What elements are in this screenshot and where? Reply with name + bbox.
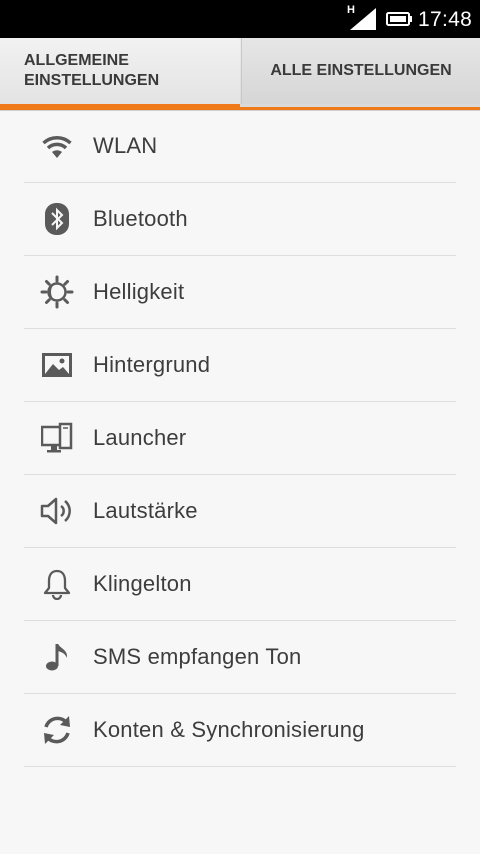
list-item-label: Hintergrund [93, 352, 211, 377]
signal-icon [350, 8, 376, 30]
list-item-bluetooth[interactable]: Bluetooth [24, 183, 456, 256]
list-item-wlan[interactable]: WLAN [24, 110, 456, 183]
bluetooth-icon [40, 202, 74, 236]
list-item-label: Konten & Synchronisierung [93, 717, 365, 742]
clock: 17:48 [418, 8, 473, 31]
tab-general-settings[interactable]: ALLGEMEINE EINSTELLUNGEN [0, 38, 240, 104]
wallpaper-icon [40, 348, 74, 382]
wifi-icon [40, 129, 74, 163]
list-item-volume[interactable]: Lautstärke [24, 475, 456, 548]
list-item-label: Klingelton [93, 571, 192, 596]
tab-bar: ALLGEMEINE EINSTELLUNGEN ALLE EINSTELLUN… [0, 38, 480, 111]
sync-icon [40, 713, 74, 747]
launcher-icon [40, 421, 74, 455]
brightness-icon [40, 275, 74, 309]
tab-all-settings[interactable]: ALLE EINSTELLUNGEN [241, 38, 480, 104]
list-item-launcher[interactable]: Launcher [24, 402, 456, 475]
list-item-label: WLAN [93, 133, 158, 158]
list-item-wallpaper[interactable]: Hintergrund [24, 329, 456, 402]
list-item-brightness[interactable]: Helligkeit [24, 256, 456, 329]
list-item-sms-tone[interactable]: SMS empfangen Ton [24, 621, 456, 694]
settings-list: WLAN Bluetooth Helligkeit Hintergrund La… [24, 110, 456, 767]
list-item-label: Helligkeit [93, 279, 185, 304]
tab-general-settings-label: ALLGEMEINE EINSTELLUNGEN [24, 52, 160, 89]
list-item-label: Bluetooth [93, 206, 188, 231]
music-note-icon [40, 640, 74, 674]
list-item-accounts-sync[interactable]: Konten & Synchronisierung [24, 694, 456, 767]
bell-icon [40, 567, 74, 601]
volume-icon [40, 494, 74, 528]
list-item-ringtone[interactable]: Klingelton [24, 548, 456, 621]
tab-all-settings-label: ALLE EINSTELLUNGEN [270, 62, 452, 79]
list-item-label: SMS empfangen Ton [93, 644, 302, 669]
status-bar: H 17:48 [0, 0, 480, 38]
battery-icon [386, 12, 412, 26]
list-item-label: Lautstärke [93, 498, 198, 523]
list-item-label: Launcher [93, 425, 187, 450]
